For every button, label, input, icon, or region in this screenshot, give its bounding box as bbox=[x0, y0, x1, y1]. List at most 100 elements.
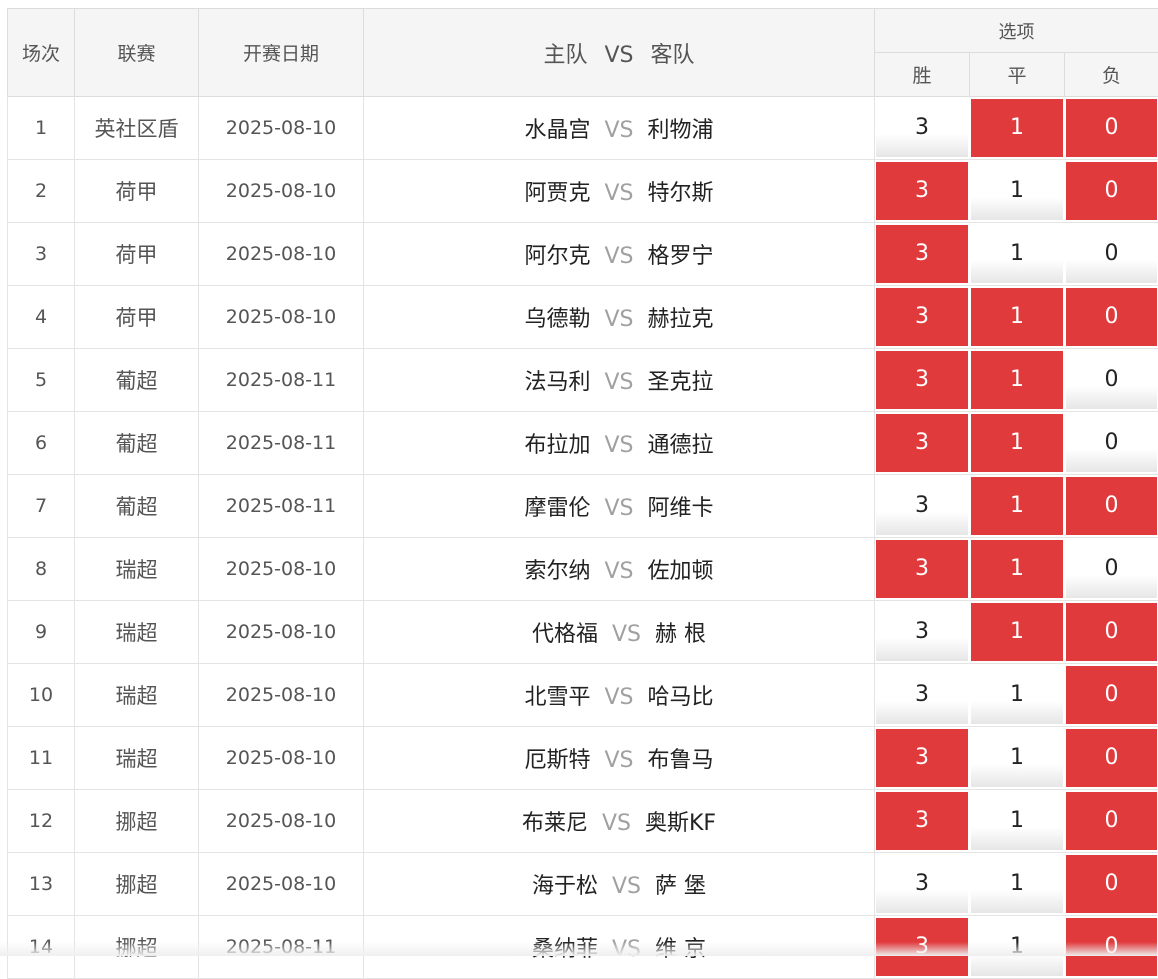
header-vs: VS bbox=[604, 43, 633, 68]
home-team: 海于松 bbox=[532, 874, 598, 899]
header-options: 选项 bbox=[875, 9, 1158, 53]
option-win[interactable]: 3 bbox=[876, 99, 968, 157]
league-name: 荷甲 bbox=[75, 223, 199, 286]
option-win[interactable]: 3 bbox=[876, 414, 968, 472]
home-team: 阿尔克 bbox=[524, 244, 590, 269]
header-draw: 平 bbox=[970, 53, 1065, 97]
home-team: 北雪平 bbox=[524, 685, 590, 710]
match-teams: 法马利VS圣克拉 bbox=[364, 349, 875, 412]
option-win[interactable]: 3 bbox=[876, 666, 968, 724]
option-lose[interactable]: 0 bbox=[1066, 225, 1157, 283]
match-teams: 海于松VS萨 堡 bbox=[364, 853, 875, 916]
match-date: 2025-08-10 bbox=[199, 286, 364, 349]
option-draw[interactable]: 1 bbox=[971, 855, 1063, 913]
option-lose[interactable]: 0 bbox=[1066, 162, 1157, 220]
match-date: 2025-08-10 bbox=[199, 664, 364, 727]
match-date: 2025-08-11 bbox=[199, 412, 364, 475]
option-lose[interactable]: 0 bbox=[1066, 99, 1157, 157]
option-win[interactable]: 3 bbox=[876, 288, 968, 346]
away-team: 佐加顿 bbox=[648, 559, 714, 584]
vs-label: VS bbox=[612, 622, 641, 647]
option-draw[interactable]: 1 bbox=[971, 225, 1063, 283]
option-win[interactable]: 3 bbox=[876, 540, 968, 598]
league-name: 葡超 bbox=[75, 475, 199, 538]
header-match: 主队 VS 客队 bbox=[364, 9, 875, 97]
home-team: 阿贾克 bbox=[524, 181, 590, 206]
option-draw[interactable]: 1 bbox=[971, 99, 1063, 157]
option-win[interactable]: 3 bbox=[876, 855, 968, 913]
option-win[interactable]: 3 bbox=[876, 792, 968, 850]
table-row: 6葡超2025-08-11布拉加VS通德拉310 bbox=[8, 412, 1158, 475]
option-lose[interactable]: 0 bbox=[1066, 351, 1157, 409]
match-date: 2025-08-10 bbox=[199, 601, 364, 664]
header-win: 胜 bbox=[875, 53, 970, 97]
table-row: 1英社区盾2025-08-10水晶宫VS利物浦310 bbox=[8, 97, 1158, 160]
option-win[interactable]: 3 bbox=[876, 225, 968, 283]
vs-label: VS bbox=[604, 496, 633, 521]
option-win[interactable]: 3 bbox=[876, 603, 968, 661]
vs-label: VS bbox=[604, 244, 633, 269]
match-date: 2025-08-10 bbox=[199, 160, 364, 223]
match-teams: 布拉加VS通德拉 bbox=[364, 412, 875, 475]
round-number: 12 bbox=[8, 790, 75, 853]
match-teams: 索尔纳VS佐加顿 bbox=[364, 538, 875, 601]
vs-label: VS bbox=[604, 748, 633, 773]
option-draw[interactable]: 1 bbox=[971, 540, 1063, 598]
table-row: 3荷甲2025-08-10阿尔克VS格罗宁310 bbox=[8, 223, 1158, 286]
table-row: 4荷甲2025-08-10乌德勒VS赫拉克310 bbox=[8, 286, 1158, 349]
away-team: 萨 堡 bbox=[655, 874, 706, 899]
option-lose[interactable]: 0 bbox=[1066, 792, 1157, 850]
match-date: 2025-08-10 bbox=[199, 538, 364, 601]
vs-label: VS bbox=[604, 685, 633, 710]
option-lose[interactable]: 0 bbox=[1066, 855, 1157, 913]
league-name: 瑞超 bbox=[75, 664, 199, 727]
bottom-fade bbox=[0, 942, 1158, 956]
home-team: 摩雷伦 bbox=[524, 496, 590, 521]
option-win[interactable]: 3 bbox=[876, 729, 968, 787]
vs-label: VS bbox=[604, 433, 633, 458]
home-team: 索尔纳 bbox=[524, 559, 590, 584]
vs-label: VS bbox=[604, 118, 633, 143]
option-draw[interactable]: 1 bbox=[971, 792, 1063, 850]
option-lose[interactable]: 0 bbox=[1066, 540, 1157, 598]
option-win[interactable]: 3 bbox=[876, 477, 968, 535]
option-draw[interactable]: 1 bbox=[971, 603, 1063, 661]
away-team: 特尔斯 bbox=[648, 181, 714, 206]
match-date: 2025-08-10 bbox=[199, 853, 364, 916]
away-team: 格罗宁 bbox=[648, 244, 714, 269]
match-date: 2025-08-10 bbox=[199, 727, 364, 790]
match-teams: 布莱尼VS奥斯KF bbox=[364, 790, 875, 853]
option-draw[interactable]: 1 bbox=[971, 351, 1063, 409]
league-name: 挪超 bbox=[75, 790, 199, 853]
match-date: 2025-08-11 bbox=[199, 349, 364, 412]
option-draw[interactable]: 1 bbox=[971, 162, 1063, 220]
option-draw[interactable]: 1 bbox=[971, 666, 1063, 724]
option-draw[interactable]: 1 bbox=[971, 729, 1063, 787]
option-lose[interactable]: 0 bbox=[1066, 729, 1157, 787]
header-lose: 负 bbox=[1065, 53, 1158, 97]
option-win[interactable]: 3 bbox=[876, 351, 968, 409]
option-draw[interactable]: 1 bbox=[971, 288, 1063, 346]
vs-label: VS bbox=[604, 307, 633, 332]
option-lose[interactable]: 0 bbox=[1066, 477, 1157, 535]
table-row: 2荷甲2025-08-10阿贾克VS特尔斯310 bbox=[8, 160, 1158, 223]
table-row: 10瑞超2025-08-10北雪平VS哈马比310 bbox=[8, 664, 1158, 727]
round-number: 10 bbox=[8, 664, 75, 727]
home-team: 厄斯特 bbox=[524, 748, 590, 773]
league-name: 瑞超 bbox=[75, 538, 199, 601]
round-number: 3 bbox=[8, 223, 75, 286]
option-draw[interactable]: 1 bbox=[971, 414, 1063, 472]
home-team: 布拉加 bbox=[524, 433, 590, 458]
option-lose[interactable]: 0 bbox=[1066, 603, 1157, 661]
header-league: 联赛 bbox=[75, 9, 199, 97]
option-draw[interactable]: 1 bbox=[971, 477, 1063, 535]
option-lose[interactable]: 0 bbox=[1066, 288, 1157, 346]
round-number: 1 bbox=[8, 97, 75, 160]
league-name: 葡超 bbox=[75, 412, 199, 475]
option-lose[interactable]: 0 bbox=[1066, 414, 1157, 472]
match-table: 场次 联赛 开赛日期 主队 VS 客队 选项 胜 平 负 1英社区盾2025-0… bbox=[7, 8, 1158, 979]
match-teams: 阿贾克VS特尔斯 bbox=[364, 160, 875, 223]
option-lose[interactable]: 0 bbox=[1066, 666, 1157, 724]
option-win[interactable]: 3 bbox=[876, 162, 968, 220]
away-team: 布鲁马 bbox=[648, 748, 714, 773]
